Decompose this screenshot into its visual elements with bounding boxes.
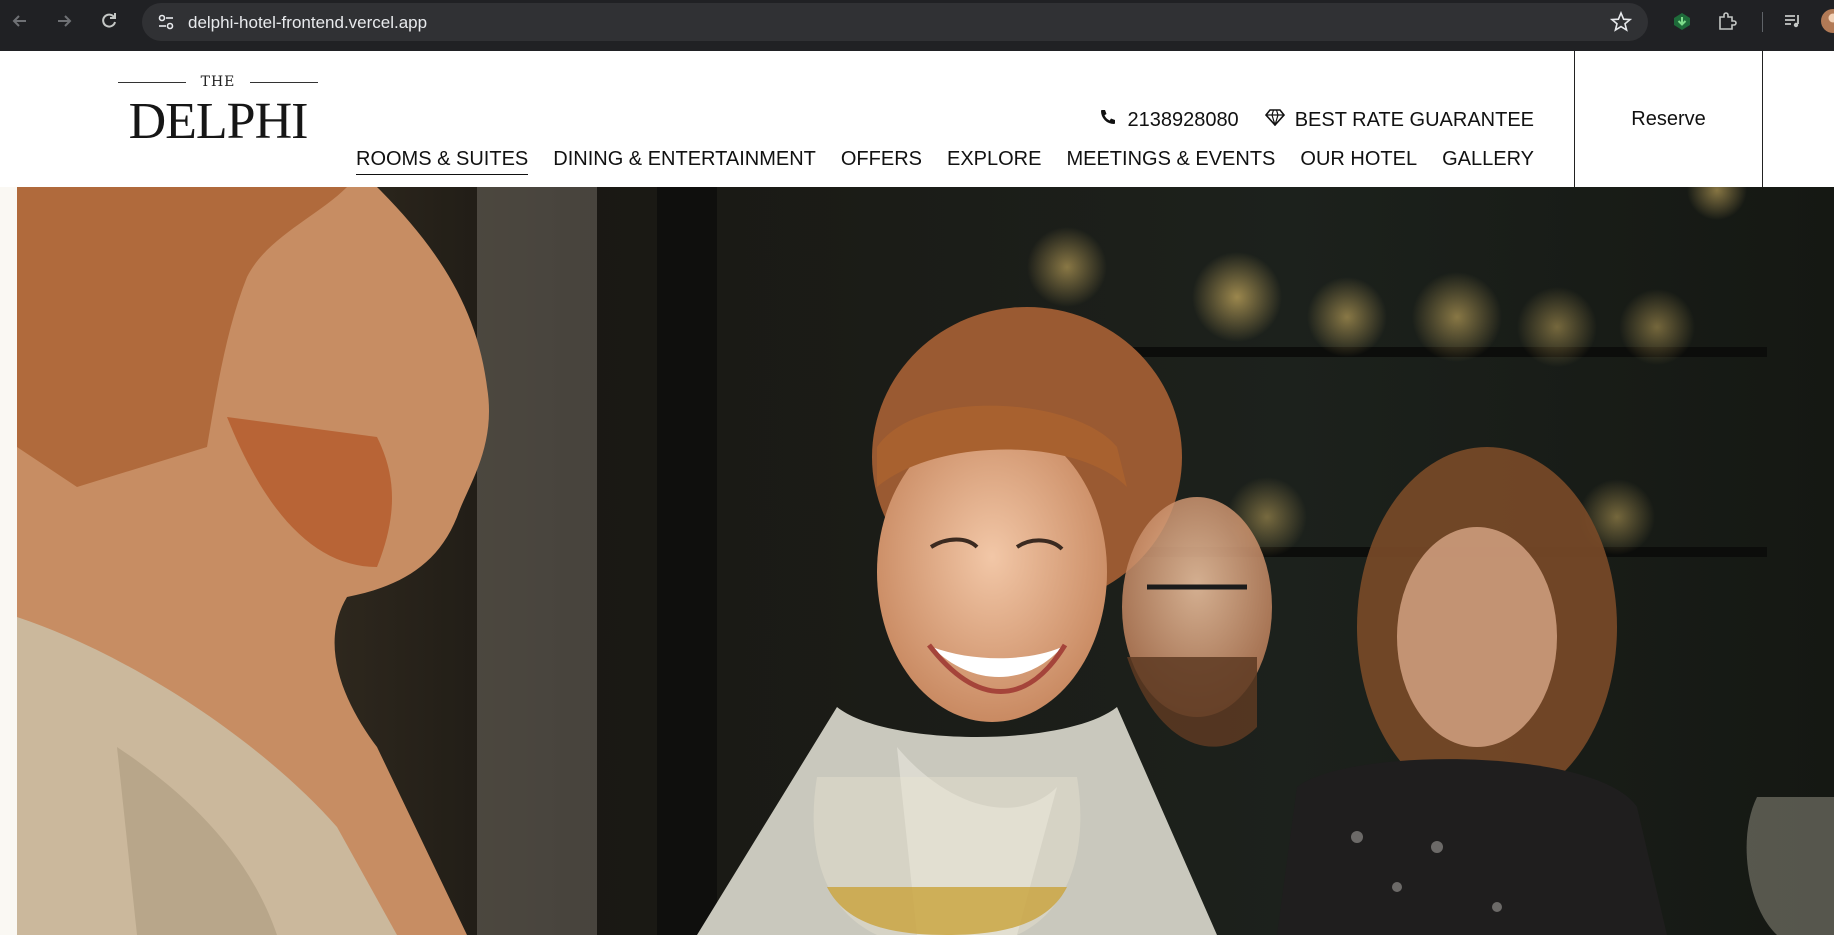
nav-rooms-suites[interactable]: ROOMS & SUITES	[356, 148, 529, 175]
profile-avatar-icon[interactable]	[1820, 8, 1834, 39]
forward-arrow-icon[interactable]	[53, 10, 75, 32]
contact-strip: 2138928080 BEST RATE GUARANTEE	[1099, 108, 1534, 132]
phone-number[interactable]: 2138928080	[1127, 109, 1238, 132]
media-queue-icon[interactable]	[1782, 10, 1804, 37]
nav-our-hotel[interactable]: OUR HOTEL	[1300, 148, 1417, 175]
bookmark-star-icon[interactable]	[1609, 10, 1633, 38]
best-rate-guarantee[interactable]: BEST RATE GUARANTEE	[1264, 108, 1534, 132]
toolbar-divider	[1762, 12, 1763, 32]
browser-toolbar: delphi-hotel-frontend.vercel.app	[0, 0, 1834, 51]
url-text[interactable]: delphi-hotel-frontend.vercel.app	[188, 13, 427, 33]
phone-icon	[1099, 108, 1117, 132]
download-extension-icon[interactable]	[1671, 10, 1693, 37]
reload-icon[interactable]	[98, 10, 120, 32]
logo-the-row: THE	[118, 74, 318, 92]
hotel-logo[interactable]: THE DELPHI	[118, 74, 318, 150]
hero-image	[17, 187, 1834, 935]
site-header: THE DELPHI 2138928080 BEST RATE GUARANTE…	[0, 51, 1834, 187]
hero-photo-illustration	[17, 187, 1834, 935]
nav-dining-entertainment[interactable]: DINING & ENTERTAINMENT	[553, 148, 816, 175]
logo-line-right	[250, 82, 318, 83]
phone-contact[interactable]: 2138928080	[1099, 108, 1239, 132]
diamond-icon	[1264, 108, 1285, 132]
logo-name: DELPHI	[128, 93, 309, 150]
reserve-button[interactable]: Reserve	[1574, 51, 1763, 187]
extensions-puzzle-icon[interactable]	[1716, 10, 1738, 37]
main-navigation: ROOMS & SUITES DINING & ENTERTAINMENT OF…	[356, 148, 1534, 175]
back-arrow-icon[interactable]	[9, 10, 31, 32]
address-bar[interactable]: delphi-hotel-frontend.vercel.app	[142, 3, 1648, 41]
nav-meetings-events[interactable]: MEETINGS & EVENTS	[1066, 148, 1275, 175]
nav-explore[interactable]: EXPLORE	[947, 148, 1041, 175]
nav-gallery[interactable]: GALLERY	[1442, 148, 1534, 175]
site-settings-icon[interactable]	[156, 12, 176, 37]
nav-offers[interactable]: OFFERS	[841, 148, 922, 175]
best-rate-label[interactable]: BEST RATE GUARANTEE	[1295, 109, 1534, 132]
